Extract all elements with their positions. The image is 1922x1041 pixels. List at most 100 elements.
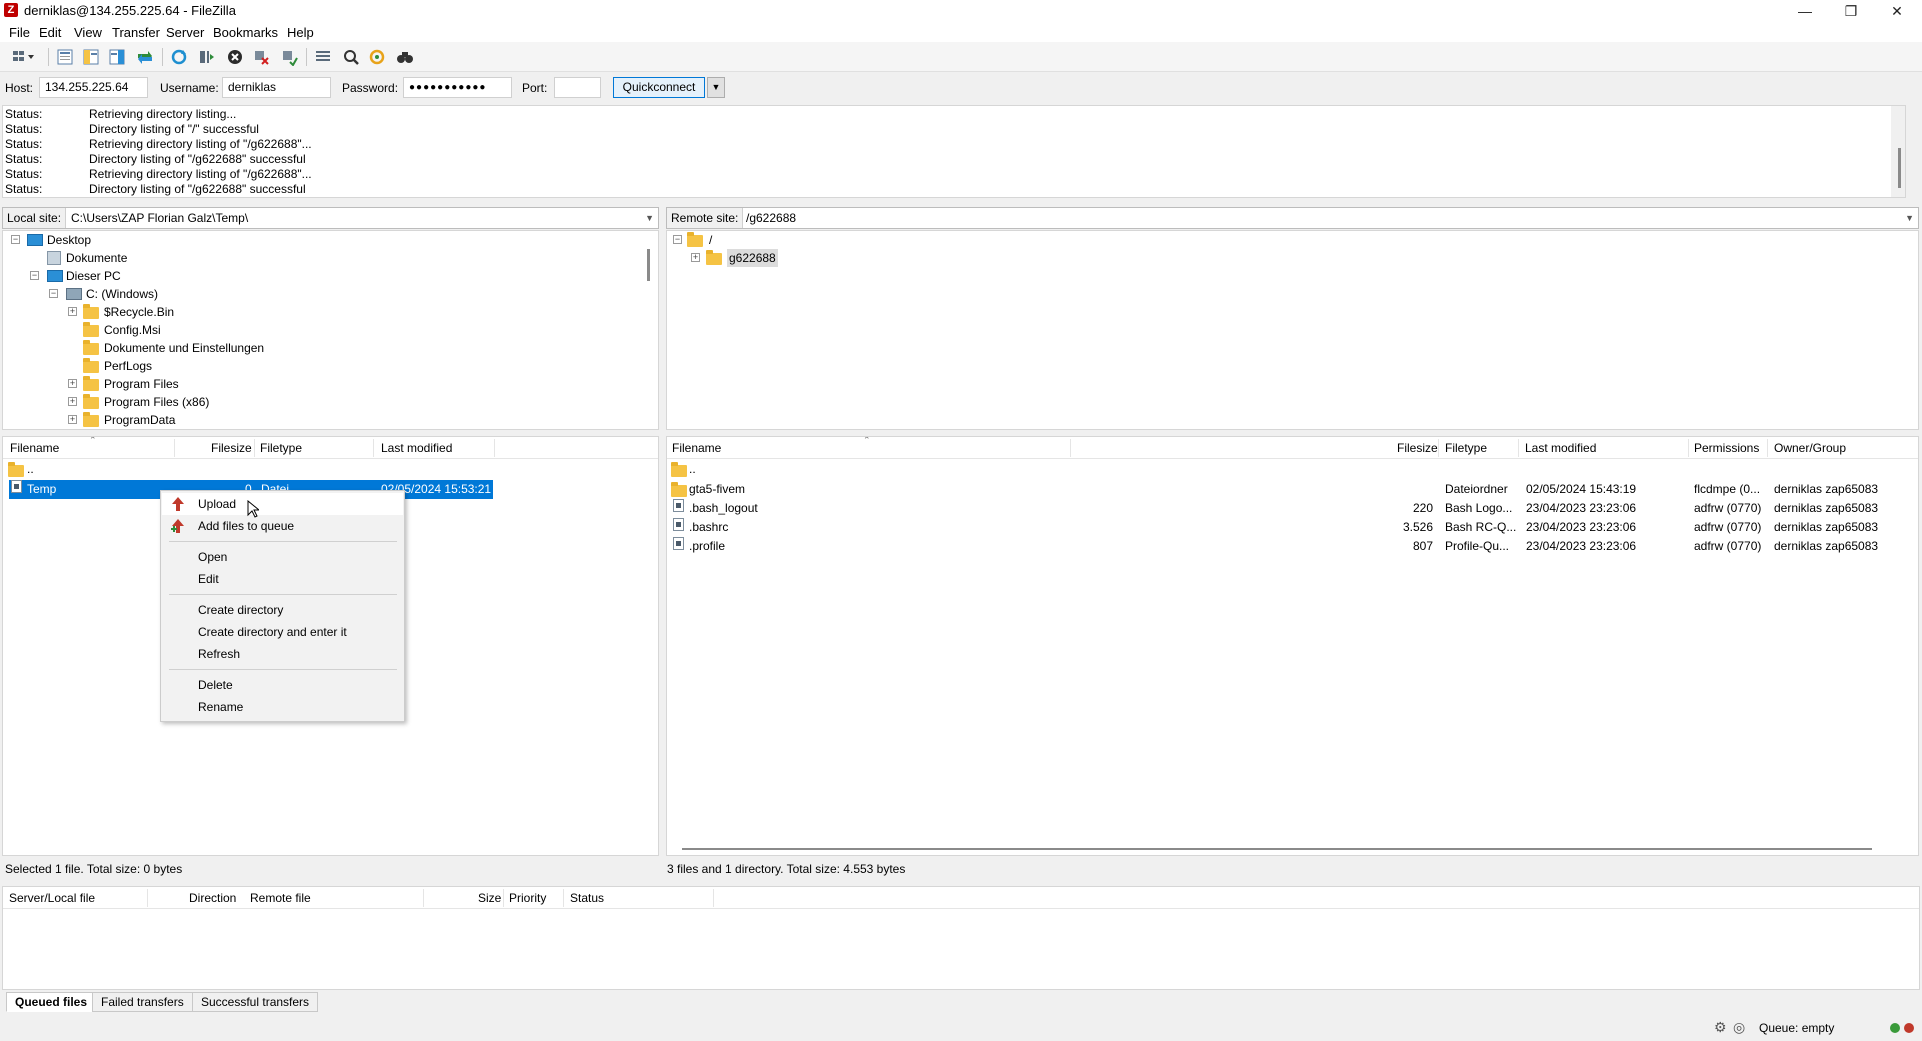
disconnect-icon[interactable] (250, 46, 272, 68)
column-filetype[interactable]: Filetype (1445, 437, 1487, 459)
menu-item-edit[interactable]: Edit (162, 568, 403, 590)
column-owner-group[interactable]: Owner/Group (1774, 437, 1846, 459)
collapse-icon[interactable]: − (11, 235, 20, 244)
column-last-modified[interactable]: Last modified (1525, 437, 1596, 459)
toggle-filename-filter-icon[interactable] (340, 46, 362, 68)
minimize-button[interactable]: — (1782, 0, 1828, 22)
menu-item-delete[interactable]: Delete (162, 674, 403, 696)
port-input[interactable] (554, 77, 601, 98)
username-input[interactable]: derniklas (222, 77, 331, 98)
column-divider[interactable] (1688, 439, 1689, 457)
toggle-local-tree-icon[interactable] (80, 46, 102, 68)
column-size[interactable]: Size (478, 887, 501, 909)
menu-item-create-directory[interactable]: Create directory (162, 599, 403, 621)
column-filetype[interactable]: Filetype (260, 437, 302, 459)
cancel-operation-icon[interactable] (224, 46, 246, 68)
menu-bookmarks[interactable]: Bookmarks (213, 25, 278, 40)
tab-successful-transfers[interactable]: Successful transfers (192, 992, 319, 1012)
column-filename[interactable]: Filename (10, 437, 59, 459)
column-priority[interactable]: Priority (509, 887, 546, 909)
tab-queued-files[interactable]: Queued files (6, 992, 97, 1012)
column-permissions[interactable]: Permissions (1694, 437, 1759, 459)
directory-filter-icon[interactable] (312, 46, 334, 68)
menu-item-upload[interactable]: Upload (162, 493, 403, 515)
message-log[interactable]: Status: Retrieving directory listing... S… (2, 105, 1906, 198)
collapse-icon[interactable]: − (673, 235, 682, 244)
column-divider[interactable] (373, 439, 374, 457)
expand-icon[interactable]: + (68, 379, 77, 388)
menu-item-add-to-queue[interactable]: Add files to queue (162, 515, 403, 537)
remote-directory-tree[interactable]: − / + g622688 (666, 230, 1919, 430)
local-directory-tree[interactable]: − Desktop Dokumente − Dieser PC − C: (Wi… (2, 230, 659, 430)
remote-path-input[interactable]: /g622688 (746, 211, 796, 225)
column-divider[interactable] (563, 889, 564, 907)
chevron-down-icon[interactable]: ▼ (645, 213, 654, 223)
column-divider[interactable] (1070, 439, 1071, 457)
log-scrollbar-thumb[interactable] (1898, 148, 1901, 188)
column-divider[interactable] (1518, 439, 1519, 457)
chevron-down-icon[interactable]: ▼ (1905, 213, 1914, 223)
tab-failed-transfers[interactable]: Failed transfers (92, 992, 193, 1012)
menu-item-rename[interactable]: Rename (162, 696, 403, 718)
menu-view[interactable]: View (74, 25, 102, 40)
toggle-message-log-icon[interactable] (54, 46, 76, 68)
column-last-modified[interactable]: Last modified (381, 437, 452, 459)
reconnect-icon[interactable] (278, 46, 300, 68)
expand-icon[interactable]: + (68, 307, 77, 316)
file-row-parent[interactable]: .. (667, 460, 1918, 479)
column-status[interactable]: Status (570, 887, 604, 909)
file-row-gta5-fivem[interactable]: gta5-fivem Dateiordner 02/05/2024 15:43:… (667, 480, 1918, 499)
menu-item-refresh[interactable]: Refresh (162, 643, 403, 665)
local-path-input[interactable]: C:\Users\ZAP Florian Galz\Temp\ (71, 211, 248, 225)
column-divider[interactable] (423, 889, 424, 907)
menu-item-create-directory-enter[interactable]: Create directory and enter it (162, 621, 403, 643)
column-filename[interactable]: Filename (672, 437, 721, 459)
column-divider[interactable] (1438, 439, 1439, 457)
quickconnect-button[interactable]: Quickconnect (613, 77, 705, 98)
column-direction[interactable]: Direction (189, 887, 236, 909)
menu-item-open[interactable]: Open (162, 546, 403, 568)
column-divider[interactable] (494, 439, 495, 457)
menu-help[interactable]: Help (287, 25, 314, 40)
refresh-icon[interactable] (168, 46, 190, 68)
column-divider[interactable] (147, 889, 148, 907)
menu-edit[interactable]: Edit (39, 25, 61, 40)
menu-server[interactable]: Server (166, 25, 204, 40)
maximize-button[interactable]: ❐ (1828, 0, 1874, 22)
process-queue-icon[interactable] (196, 46, 218, 68)
collapse-icon[interactable]: − (30, 271, 39, 280)
column-divider[interactable] (713, 889, 714, 907)
column-server-local-file[interactable]: Server/Local file (9, 887, 95, 909)
menu-transfer[interactable]: Transfer (112, 25, 160, 40)
column-filesize[interactable]: Filesize (211, 437, 252, 459)
horizontal-scrollbar[interactable] (682, 848, 1872, 850)
column-divider[interactable] (1767, 439, 1768, 457)
search-remote-files-icon[interactable] (394, 46, 416, 68)
expand-icon[interactable]: + (68, 397, 77, 406)
transfer-queue[interactable]: Server/Local file Direction Remote file … (2, 886, 1920, 990)
synchronized-browsing-icon[interactable] (366, 46, 388, 68)
password-input[interactable]: ●●●●●●●●●●● (403, 77, 512, 98)
collapse-icon[interactable]: − (49, 289, 58, 298)
tree-scrollbar-thumb[interactable] (647, 249, 650, 281)
quickconnect-dropdown-icon[interactable]: ▼ (707, 77, 725, 98)
expand-icon[interactable]: + (691, 253, 700, 262)
file-row-profile[interactable]: .profile 807 Profile-Qu... 23/04/2023 23… (667, 537, 1918, 556)
remote-file-list[interactable]: Filename ⌃ Filesize Filetype Last modifi… (666, 436, 1919, 856)
file-row-parent[interactable]: .. (3, 460, 658, 479)
column-divider[interactable] (503, 889, 504, 907)
column-remote-file[interactable]: Remote file (250, 887, 311, 909)
close-button[interactable]: ✕ (1874, 0, 1920, 22)
speed-limit-icon[interactable]: ◎ (1733, 1019, 1745, 1036)
file-row-bashrc[interactable]: .bashrc 3.526 Bash RC-Q... 23/04/2023 23… (667, 518, 1918, 537)
site-manager-icon[interactable] (6, 46, 42, 68)
toggle-transfer-queue-icon[interactable] (134, 46, 156, 68)
column-divider[interactable] (174, 439, 175, 457)
menu-file[interactable]: File (9, 25, 30, 40)
column-filesize[interactable]: Filesize (1397, 437, 1438, 459)
expand-icon[interactable]: + (68, 415, 77, 424)
file-row-bash-logout[interactable]: .bash_logout 220 Bash Logo... 23/04/2023… (667, 499, 1918, 518)
toggle-remote-tree-icon[interactable] (106, 46, 128, 68)
host-input[interactable]: 134.255.225.64 (39, 77, 148, 98)
gear-icon[interactable]: ⚙ (1714, 1019, 1727, 1036)
